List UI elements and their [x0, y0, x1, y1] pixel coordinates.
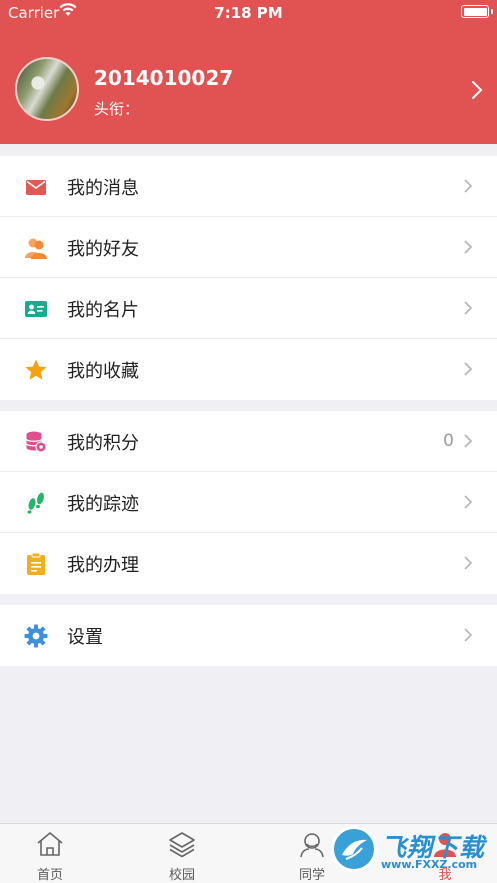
username: 2014010027: [94, 66, 234, 90]
menu-group-1: 我的消息 我的好友 我的名片 我的收藏: [0, 156, 497, 400]
tab-label: 校园: [168, 868, 195, 883]
menu-item-label: 我的收藏: [67, 361, 139, 382]
chevron-right-icon: [464, 556, 473, 570]
menu-item-label: 设置: [67, 627, 103, 648]
menu-item-messages[interactable]: 我的消息: [0, 156, 497, 217]
chevron-right-icon: [464, 434, 473, 448]
menu-item-friends[interactable]: 我的好友: [0, 217, 497, 278]
battery-icon: [461, 5, 493, 18]
menu-item-label: 我的积分: [67, 433, 139, 454]
menu-item-points[interactable]: 我的积分 0: [0, 411, 497, 472]
tab-campus[interactable]: 校园: [120, 824, 244, 883]
clipboard-icon: [27, 552, 45, 575]
menu-item-settings[interactable]: 设置: [0, 605, 497, 666]
watermark-logo: 飞翔下载 www.FXXZ.com: [331, 824, 489, 880]
chevron-right-icon: [464, 362, 473, 376]
coins-icon: [25, 431, 47, 453]
avatar[interactable]: [15, 57, 79, 121]
menu-item-label: 我的消息: [67, 178, 139, 199]
menu-item-business-card[interactable]: 我的名片: [0, 278, 497, 339]
status-time: 7:18 PM: [214, 4, 283, 22]
chevron-right-icon: [464, 179, 473, 193]
chevron-right-icon: [464, 301, 473, 315]
chevron-right-icon: [464, 495, 473, 509]
friends-icon: [25, 238, 47, 259]
chevron-right-icon: [464, 240, 473, 254]
layers-icon: [169, 832, 195, 858]
menu-item-label: 我的踪迹: [67, 494, 139, 515]
profile-header: Carrier 7:18 PM 2014010027 头衔：: [0, 0, 497, 144]
menu-item-affairs[interactable]: 我的办理: [0, 533, 497, 594]
tab-home[interactable]: 首页: [0, 824, 112, 883]
gear-icon: [24, 624, 48, 648]
profile-card[interactable]: 2014010027 头衔：: [0, 50, 497, 130]
tab-label: 首页: [36, 868, 63, 883]
menu-group-3: 设置: [0, 605, 497, 666]
menu-item-favorites[interactable]: 我的收藏: [0, 339, 497, 400]
star-icon: [25, 359, 47, 380]
menu-item-label: 我的办理: [67, 555, 139, 576]
chevron-right-icon: [472, 81, 483, 99]
menu-item-label: 我的名片: [67, 300, 139, 321]
chevron-right-icon: [464, 628, 473, 642]
watermark-url: www.FXXZ.com: [381, 858, 478, 871]
home-icon: [37, 832, 63, 856]
mail-icon: [26, 180, 46, 195]
profile-title-label: 头衔：: [94, 100, 140, 118]
points-value: 0: [443, 431, 454, 451]
bird-icon: [342, 839, 367, 860]
id-card-icon: [25, 301, 47, 317]
status-bar: Carrier 7:18 PM: [0, 0, 497, 26]
footprint-icon: [27, 492, 44, 514]
menu-group-2: 我的积分 0 我的踪迹 我的办理: [0, 411, 497, 594]
watermark-emblem: [331, 826, 377, 872]
menu-item-footprints[interactable]: 我的踪迹: [0, 472, 497, 533]
menu-item-label: 我的好友: [67, 239, 139, 260]
classmates-icon: [300, 833, 324, 858]
